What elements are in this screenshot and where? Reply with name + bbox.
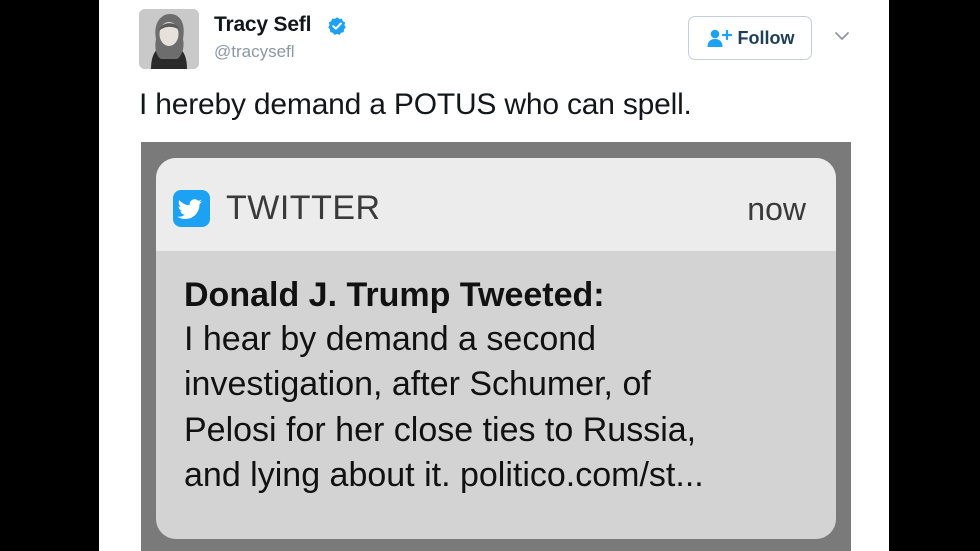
chevron-down-icon[interactable]: [834, 30, 850, 42]
follow-button[interactable]: Follow: [688, 16, 812, 60]
embedded-tweet-card: Tracy Sefl @tracysefl Follow I hereby de…: [99, 0, 889, 551]
follow-button-label: Follow: [737, 27, 795, 48]
notification-body-line: Pelosi for her close ties to Russia,: [184, 411, 697, 449]
twitter-bird-icon: [177, 199, 202, 219]
notification-body-line: I hear by demand a second: [184, 320, 597, 358]
author-avatar[interactable]: [139, 9, 199, 69]
push-notification-card: TWITTER now Donald J. Trump Tweeted: I h…: [156, 158, 836, 539]
notification-body-line: and lying about it. politico.com/st...: [184, 456, 704, 494]
notification-time: now: [747, 191, 806, 227]
verified-badge-icon: [328, 17, 346, 35]
tweet-media-image[interactable]: TWITTER now Donald J. Trump Tweeted: I h…: [141, 142, 851, 551]
notification-app-name: TWITTER: [226, 189, 381, 227]
avatar-photo-icon: [139, 9, 199, 69]
author-handle[interactable]: @tracysefl: [214, 42, 295, 62]
author-name[interactable]: Tracy Sefl: [214, 13, 311, 37]
tweet-text: I hereby demand a POTUS who can spell.: [139, 88, 692, 121]
follow-user-plus-icon: [707, 29, 732, 47]
notification-header: TWITTER now: [156, 158, 836, 251]
twitter-app-icon: [173, 190, 210, 227]
notification-title: Donald J. Trump Tweeted:: [184, 276, 605, 314]
notification-body-line: investigation, after Schumer, of: [184, 365, 651, 403]
